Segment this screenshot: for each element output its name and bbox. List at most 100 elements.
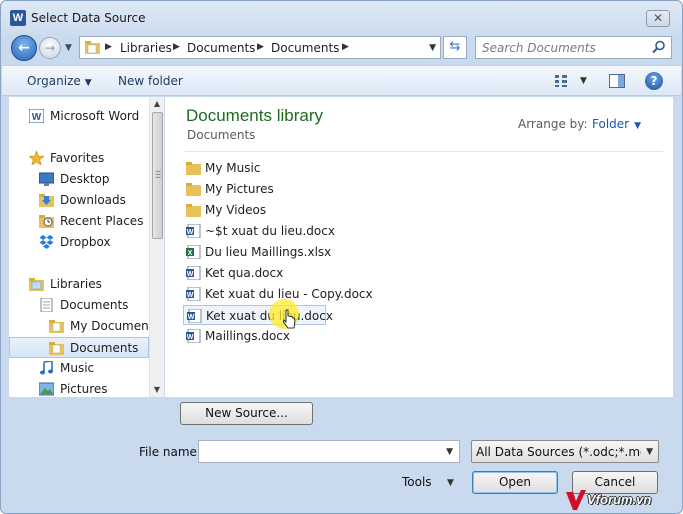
search-box[interactable] bbox=[475, 36, 672, 59]
preview-pane-icon[interactable] bbox=[609, 74, 625, 88]
sidebar-item-label: Dropbox bbox=[60, 235, 111, 249]
sidebar-item-libraries[interactable]: Libraries bbox=[9, 274, 149, 295]
file-type-filter-select[interactable]: All Data Sources (*.odc;*.mdb;* ▼ bbox=[471, 440, 659, 463]
dialog-window: W Select Data Source ✕ ← → ▼ ▶ Libraries… bbox=[0, 0, 683, 514]
chevron-down-icon: ▼ bbox=[634, 121, 642, 131]
sidebar-item-label: Pictures bbox=[60, 382, 108, 396]
breadcrumb-libraries[interactable]: Libraries bbox=[120, 41, 172, 55]
list-item-file[interactable]: W Ket xuat du lieu - Copy.docx bbox=[183, 284, 373, 304]
breadcrumb-separator[interactable]: ▶ bbox=[173, 42, 180, 52]
change-view-icon[interactable] bbox=[554, 74, 568, 88]
dropbox-icon bbox=[39, 235, 54, 249]
scrollbar-thumb[interactable]: ─ ─ ─ bbox=[152, 112, 163, 239]
sidebar-item-my-documents[interactable]: My Documents bbox=[9, 316, 160, 337]
file-name-combobox[interactable]: ▼ bbox=[198, 440, 460, 463]
chevron-down-icon[interactable]: ▼ bbox=[446, 447, 453, 457]
recent-places-icon bbox=[39, 215, 54, 228]
list-item-file-selected[interactable]: W Ket xuat du lieu.docx bbox=[183, 305, 333, 325]
help-icon[interactable]: ? bbox=[645, 72, 663, 90]
organize-button[interactable]: Organize ▼ bbox=[27, 74, 92, 88]
address-bar[interactable]: ▶ Libraries ▶ Documents ▶ Documents ▶ ▼ bbox=[79, 36, 441, 59]
arrange-by-dropdown[interactable]: Folder ▼ bbox=[592, 117, 641, 131]
libraries-icon bbox=[29, 278, 44, 291]
view-options-dropdown[interactable]: ▼ bbox=[580, 76, 587, 86]
list-item-file[interactable]: W Ket qua.docx bbox=[183, 263, 335, 283]
file-name-label: File name: bbox=[139, 445, 201, 459]
word-document-icon: W bbox=[186, 224, 201, 238]
star-icon bbox=[29, 151, 44, 165]
list-item-file[interactable]: X Du lieu Maillings.xlsx bbox=[183, 242, 335, 262]
sidebar-item-microsoft-word[interactable]: W Microsoft Word bbox=[9, 106, 149, 127]
close-button[interactable]: ✕ bbox=[646, 10, 670, 27]
sidebar-item-label: Music bbox=[60, 361, 95, 375]
svg-text:X: X bbox=[188, 250, 193, 257]
desktop-icon bbox=[39, 172, 54, 186]
scroll-up-arrow[interactable]: ▲ bbox=[150, 99, 164, 108]
navigation-pane-scrollbar[interactable]: ▲ ─ ─ ─ ▼ bbox=[149, 97, 164, 397]
command-toolbar: Organize ▼ New folder ▼ ? bbox=[2, 65, 681, 96]
new-folder-button[interactable]: New folder bbox=[118, 74, 183, 88]
sidebar-item-label: Documents bbox=[60, 298, 129, 312]
svg-text:W: W bbox=[187, 271, 194, 278]
refresh-button[interactable]: ⇆ bbox=[443, 36, 467, 59]
file-name: My Videos bbox=[205, 203, 267, 217]
svg-text:W: W bbox=[32, 112, 42, 123]
breadcrumb-documents-current[interactable]: Documents bbox=[271, 41, 339, 55]
sidebar-item-downloads[interactable]: Downloads bbox=[9, 190, 149, 211]
new-source-button[interactable]: New Source... bbox=[180, 402, 313, 425]
open-button[interactable]: Open bbox=[472, 471, 558, 494]
breadcrumb-separator[interactable]: ▶ bbox=[342, 42, 349, 52]
sidebar-item-label: Downloads bbox=[60, 193, 126, 207]
chevron-down-icon[interactable]: ▼ bbox=[447, 478, 454, 488]
file-list-pane: Documents library Documents Arrange by: … bbox=[165, 97, 673, 397]
excel-document-icon: X bbox=[186, 245, 201, 259]
sidebar-item-pictures[interactable]: Pictures bbox=[9, 379, 149, 397]
downloads-icon bbox=[39, 194, 54, 207]
search-input[interactable] bbox=[476, 37, 646, 58]
breadcrumb-documents[interactable]: Documents bbox=[187, 41, 255, 55]
word-icon: W bbox=[29, 109, 44, 123]
folder-icon bbox=[186, 204, 201, 217]
sidebar-item-favorites[interactable]: Favorites bbox=[9, 148, 149, 169]
sidebar-item-documents-selected[interactable]: Documents bbox=[9, 337, 149, 358]
search-icon[interactable] bbox=[652, 40, 666, 54]
list-item-folder[interactable]: My Music bbox=[183, 158, 335, 178]
tools-button[interactable]: Tools bbox=[402, 475, 432, 489]
sidebar-item-label: Microsoft Word bbox=[50, 109, 140, 123]
svg-text:W: W bbox=[187, 292, 194, 299]
file-type-filter-value: All Data Sources (*.odc;*.mdb;* bbox=[476, 445, 641, 459]
sidebar-item-label: Desktop bbox=[60, 172, 110, 186]
sidebar-item-recent-places[interactable]: Recent Places bbox=[9, 211, 149, 232]
file-name: Ket qua.docx bbox=[205, 266, 284, 280]
list-item-file[interactable]: W Maillings.docx bbox=[183, 326, 335, 346]
breadcrumb-separator[interactable]: ▶ bbox=[105, 42, 112, 52]
sidebar-item-documents[interactable]: Documents bbox=[9, 295, 149, 316]
sidebar-item-label: Favorites bbox=[50, 151, 105, 165]
list-item-file[interactable]: W ~$t xuat du lieu.docx bbox=[183, 221, 335, 241]
recent-locations-dropdown[interactable]: ▼ bbox=[65, 43, 72, 53]
file-name-input[interactable] bbox=[199, 441, 439, 462]
address-dropdown-arrow[interactable]: ▼ bbox=[429, 43, 436, 53]
chevron-down-icon: ▼ bbox=[646, 447, 653, 457]
list-item-folder[interactable]: My Pictures bbox=[183, 179, 335, 199]
header-divider bbox=[185, 151, 663, 152]
svg-text:W: W bbox=[187, 229, 194, 236]
sidebar-item-music[interactable]: Music bbox=[9, 358, 149, 379]
svg-text:W: W bbox=[187, 334, 194, 341]
scroll-down-arrow[interactable]: ▼ bbox=[150, 385, 164, 394]
back-button[interactable]: ← bbox=[11, 35, 37, 61]
breadcrumb-separator[interactable]: ▶ bbox=[257, 42, 264, 52]
watermark-text: Vforum.vn bbox=[587, 492, 652, 507]
folder-icon bbox=[49, 320, 64, 333]
file-name: My Music bbox=[205, 161, 261, 175]
word-document-icon: W bbox=[186, 266, 201, 280]
file-name: Maillings.docx bbox=[205, 329, 290, 343]
sidebar-item-desktop[interactable]: Desktop bbox=[9, 169, 149, 190]
sidebar-item-dropbox[interactable]: Dropbox bbox=[9, 232, 149, 253]
folder-icon bbox=[49, 342, 64, 355]
list-item-folder[interactable]: My Videos bbox=[183, 200, 335, 220]
svg-text:W: W bbox=[188, 314, 195, 321]
forward-button[interactable]: → bbox=[39, 37, 61, 59]
music-icon bbox=[40, 361, 53, 375]
library-title: Documents library bbox=[186, 106, 323, 125]
